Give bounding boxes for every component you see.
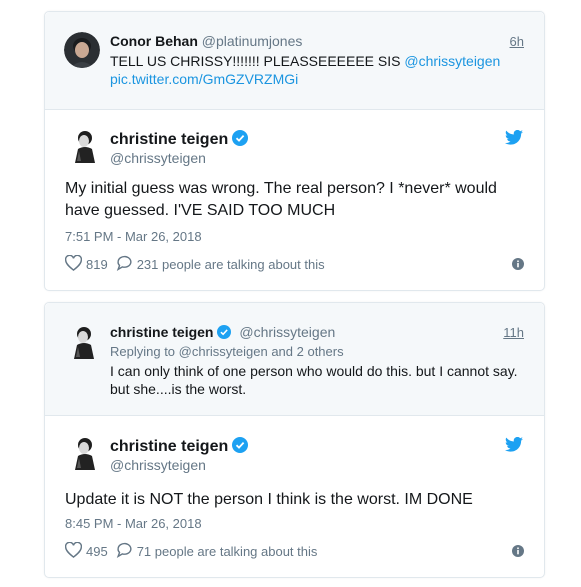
talking-count[interactable]: 71 people are talking about this [137, 544, 318, 559]
author-avatar[interactable] [67, 127, 103, 163]
quoted-author[interactable]: Conor Behan @platinumjones [110, 33, 302, 49]
tweet-timestamp[interactable]: 7:51 PM - Mar 26, 2018 [65, 229, 202, 244]
talking-count[interactable]: 231 people are talking about this [137, 257, 325, 272]
embedded-tweet-card: Conor Behan @platinumjones 6h TELL US CH… [44, 11, 545, 291]
quoted-author-name[interactable]: christine teigen [110, 324, 213, 340]
quoted-timestamp[interactable]: 11h [503, 325, 524, 340]
quoted-time-label[interactable]: 6h [510, 34, 524, 49]
author-name-label[interactable]: christine teigen [110, 131, 228, 148]
avatar-image [74, 327, 94, 359]
quoted-author-handle[interactable]: @platinumjones [202, 33, 303, 49]
author-name-label[interactable]: christine teigen [110, 438, 228, 455]
info-icon[interactable] [512, 544, 524, 562]
mention-link[interactable]: @chrissyteigen [404, 53, 500, 69]
quoted-author-name[interactable]: Conor Behan [110, 33, 198, 49]
quoted-author-handle[interactable]: @chrissyteigen [239, 324, 335, 340]
avatar-image [75, 438, 95, 470]
comment-bubble-icon[interactable] [116, 542, 133, 561]
info-icon[interactable] [512, 257, 524, 275]
quoted-text-plain: TELL US CHRISSY!!!!!!! PLEASSEEEEEE SIS [110, 53, 405, 69]
author-name[interactable]: christine teigen [110, 130, 249, 151]
author-handle[interactable]: @chrissyteigen [110, 150, 206, 166]
author-handle[interactable]: @chrissyteigen [110, 457, 206, 473]
author-avatar[interactable] [67, 434, 103, 470]
quoted-author[interactable]: christine teigen @chrissyteigen [110, 324, 335, 342]
twitter-bird-icon[interactable] [505, 129, 523, 150]
tweet-body: Update it is NOT the person I think is t… [65, 491, 473, 508]
heart-icon[interactable] [64, 254, 83, 274]
quoted-time-label[interactable]: 11h [503, 325, 524, 340]
quoted-tweet[interactable]: christine teigen @chrissyteigen 11h Repl… [45, 303, 544, 416]
pic-link[interactable]: pic.twitter.com/GmGZVRZMGi [110, 71, 298, 87]
author-name[interactable]: christine teigen [110, 437, 249, 458]
tweet-actions: 495 71 people are talking about this [64, 541, 318, 561]
like-count[interactable]: 495 [86, 544, 108, 559]
replying-to[interactable]: Replying to @chrissyteigen and 2 others [110, 344, 344, 359]
twitter-bird-icon[interactable] [505, 436, 523, 457]
tweet-body: My initial guess was wrong. The real per… [65, 180, 497, 219]
quoted-tweet[interactable]: Conor Behan @platinumjones 6h TELL US CH… [45, 12, 544, 110]
tweet-timestamp[interactable]: 8:45 PM - Mar 26, 2018 [65, 516, 202, 531]
verified-badge-icon [232, 130, 249, 151]
comment-bubble-icon[interactable] [116, 255, 133, 274]
embedded-tweet-card: christine teigen @chrissyteigen 11h Repl… [44, 302, 545, 578]
like-count[interactable]: 819 [86, 257, 108, 272]
heart-icon[interactable] [64, 541, 83, 561]
verified-badge-icon [232, 437, 249, 458]
verified-badge-icon [217, 325, 232, 342]
tweet-actions: 819 231 people are talking about this [64, 254, 325, 274]
avatar[interactable] [66, 323, 102, 359]
avatar[interactable] [64, 32, 100, 68]
quoted-timestamp[interactable]: 6h [510, 34, 524, 49]
quoted-text: TELL US CHRISSY!!!!!!! PLEASSEEEEEE SIS … [110, 52, 520, 88]
avatar-image [75, 131, 95, 163]
quoted-text: I can only think of one person who would… [110, 363, 518, 397]
